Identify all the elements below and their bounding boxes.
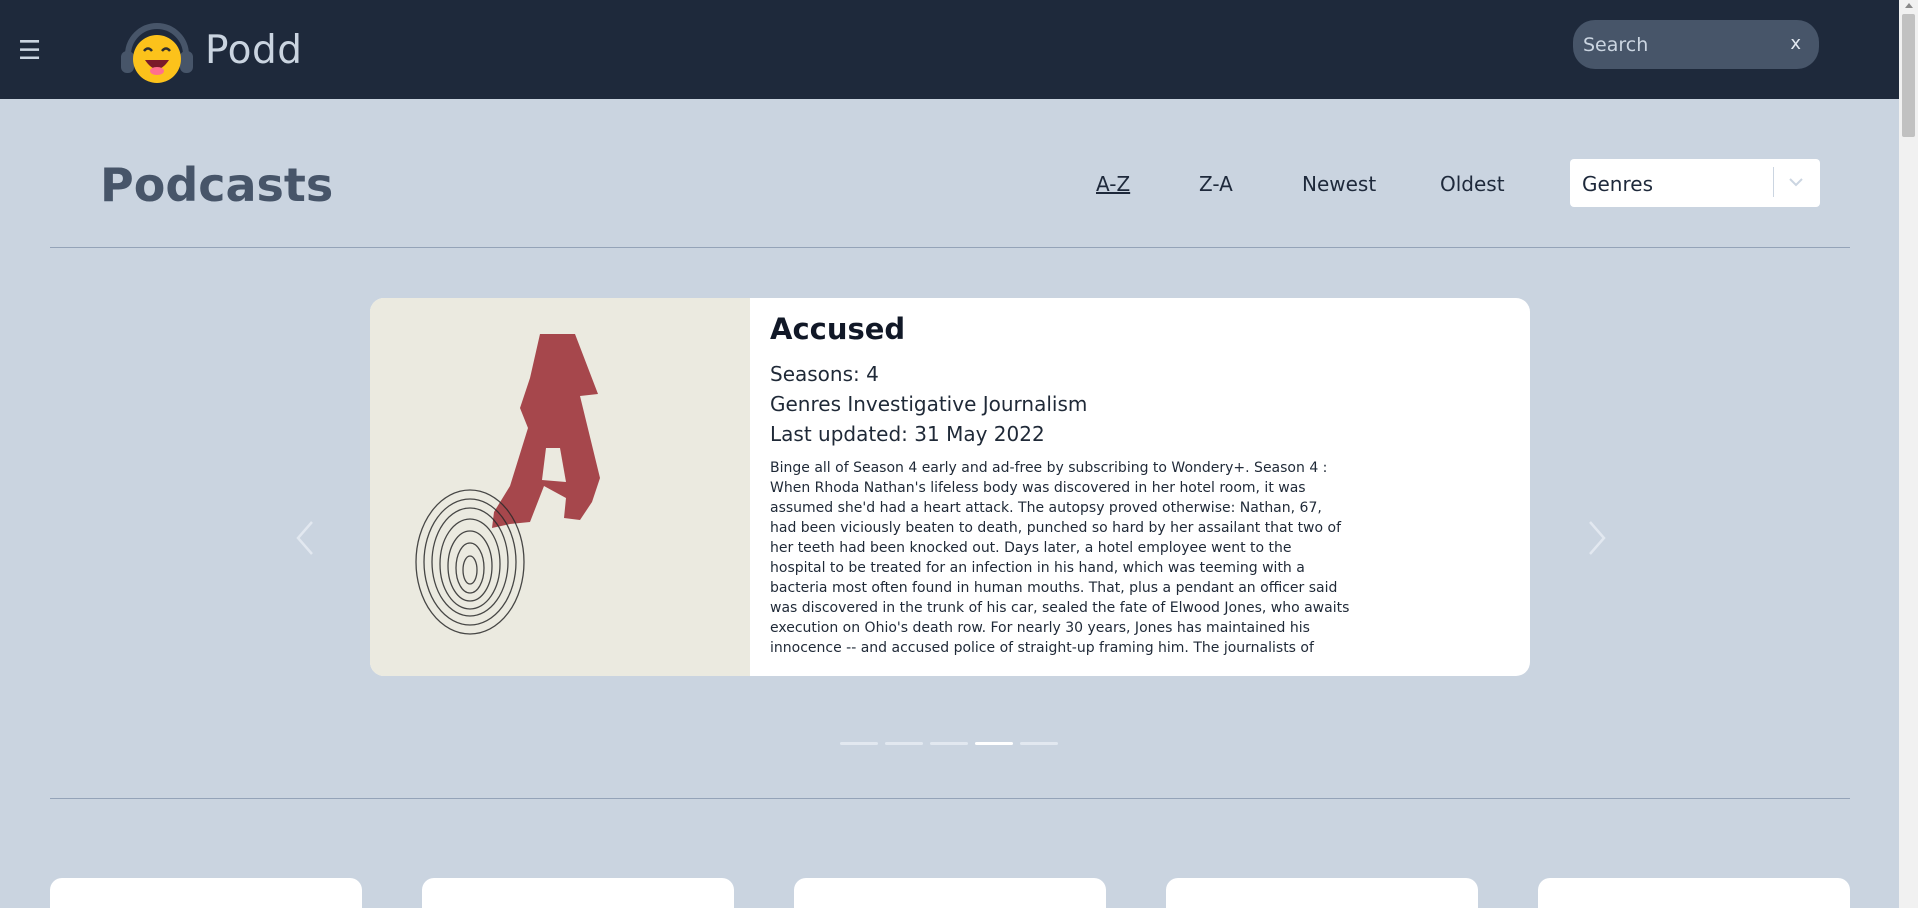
genres-dropdown[interactable]: Genres — [1570, 159, 1820, 207]
sort-newest[interactable]: Newest — [1302, 172, 1376, 196]
divider — [50, 247, 1850, 248]
search-box[interactable]: x — [1573, 20, 1819, 69]
podcast-seasons: Seasons: 4 — [770, 362, 879, 386]
page-title: Podcasts — [100, 158, 334, 212]
featured-podcast-card[interactable]: Accused Seasons: 4 Genres Investigative … — [370, 298, 1530, 676]
carousel-prev-icon[interactable] — [292, 520, 320, 556]
sort-z-a[interactable]: Z-A — [1199, 172, 1233, 196]
hamburger-icon[interactable]: ☰ — [18, 38, 41, 64]
divider — [50, 798, 1850, 799]
carousel-dot[interactable] — [885, 742, 923, 745]
podcast-last-updated: Last updated: 31 May 2022 — [770, 422, 1045, 446]
podcast-description: Binge all of Season 4 early and ad-free … — [770, 460, 1350, 656]
scroll-up-arrow-icon[interactable] — [1905, 3, 1913, 8]
brand-name[interactable]: Podd — [205, 28, 303, 73]
top-nav: ☰ Podd x — [0, 0, 1899, 99]
podcast-card[interactable] — [50, 878, 362, 908]
scroll-thumb[interactable] — [1902, 14, 1915, 137]
podcast-card[interactable] — [1538, 878, 1850, 908]
search-input[interactable] — [1583, 20, 1773, 69]
podcast-cover-image — [370, 298, 750, 676]
carousel-dot[interactable] — [930, 742, 968, 745]
dropdown-separator — [1773, 167, 1774, 197]
carousel-dot[interactable] — [840, 742, 878, 745]
podcast-card[interactable] — [422, 878, 734, 908]
podcast-title[interactable]: Accused — [770, 312, 905, 346]
carousel-next-icon[interactable] — [1582, 520, 1610, 556]
search-clear-button[interactable]: x — [1790, 33, 1801, 54]
carousel-dot-active[interactable] — [975, 742, 1013, 745]
sort-oldest[interactable]: Oldest — [1440, 172, 1505, 196]
podcast-genres: Genres Investigative Journalism — [770, 392, 1088, 416]
chevron-down-icon[interactable] — [1786, 172, 1806, 192]
genres-label: Genres — [1582, 172, 1653, 196]
scrollbar[interactable] — [1899, 0, 1918, 908]
logo-icon — [121, 23, 193, 83]
sort-a-z[interactable]: A-Z — [1096, 172, 1130, 196]
podcast-card[interactable] — [794, 878, 1106, 908]
podcast-card[interactable] — [1166, 878, 1478, 908]
carousel-dot[interactable] — [1020, 742, 1058, 745]
